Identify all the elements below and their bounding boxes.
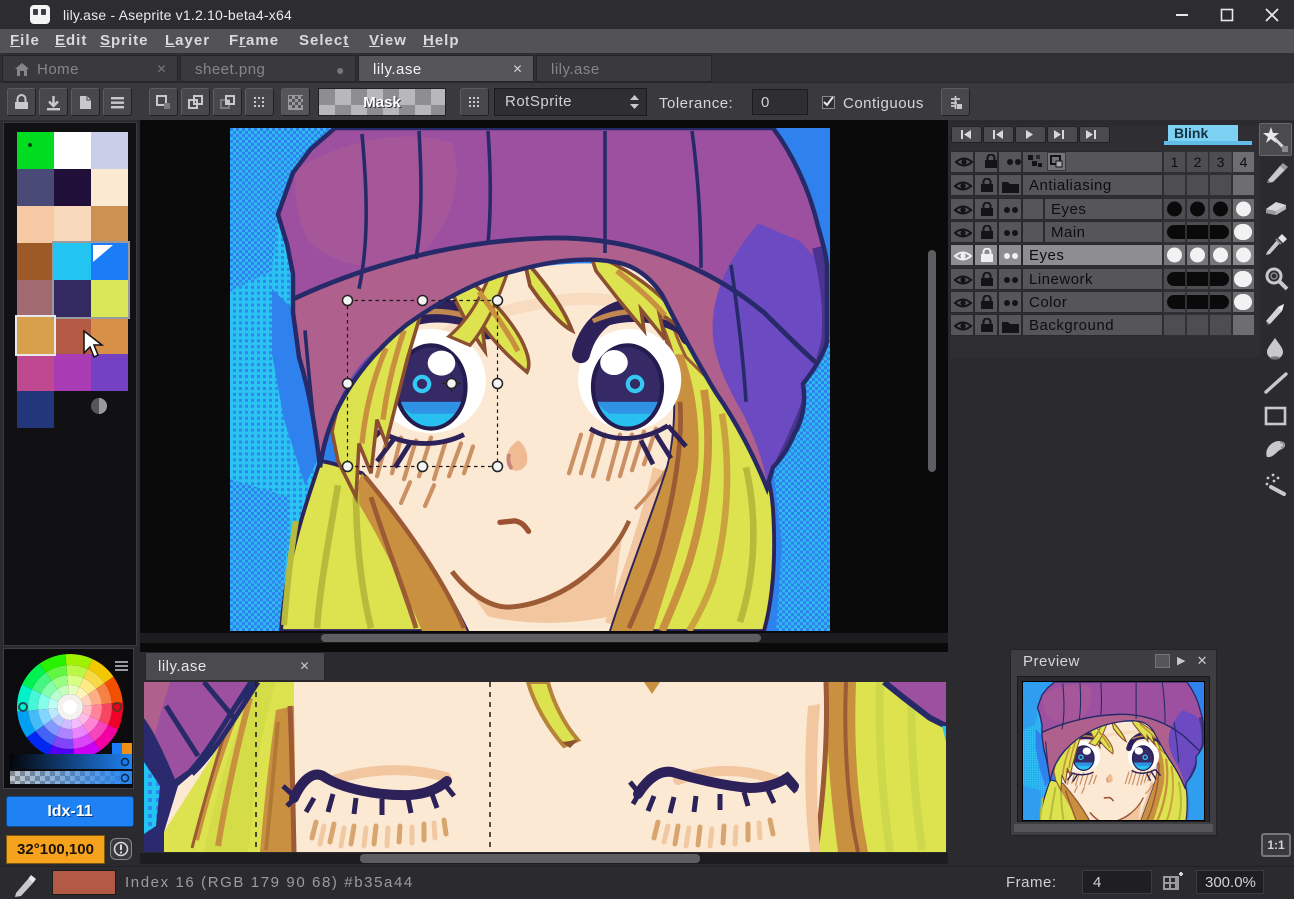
svg-text:Blink: Blink (1174, 125, 1208, 141)
